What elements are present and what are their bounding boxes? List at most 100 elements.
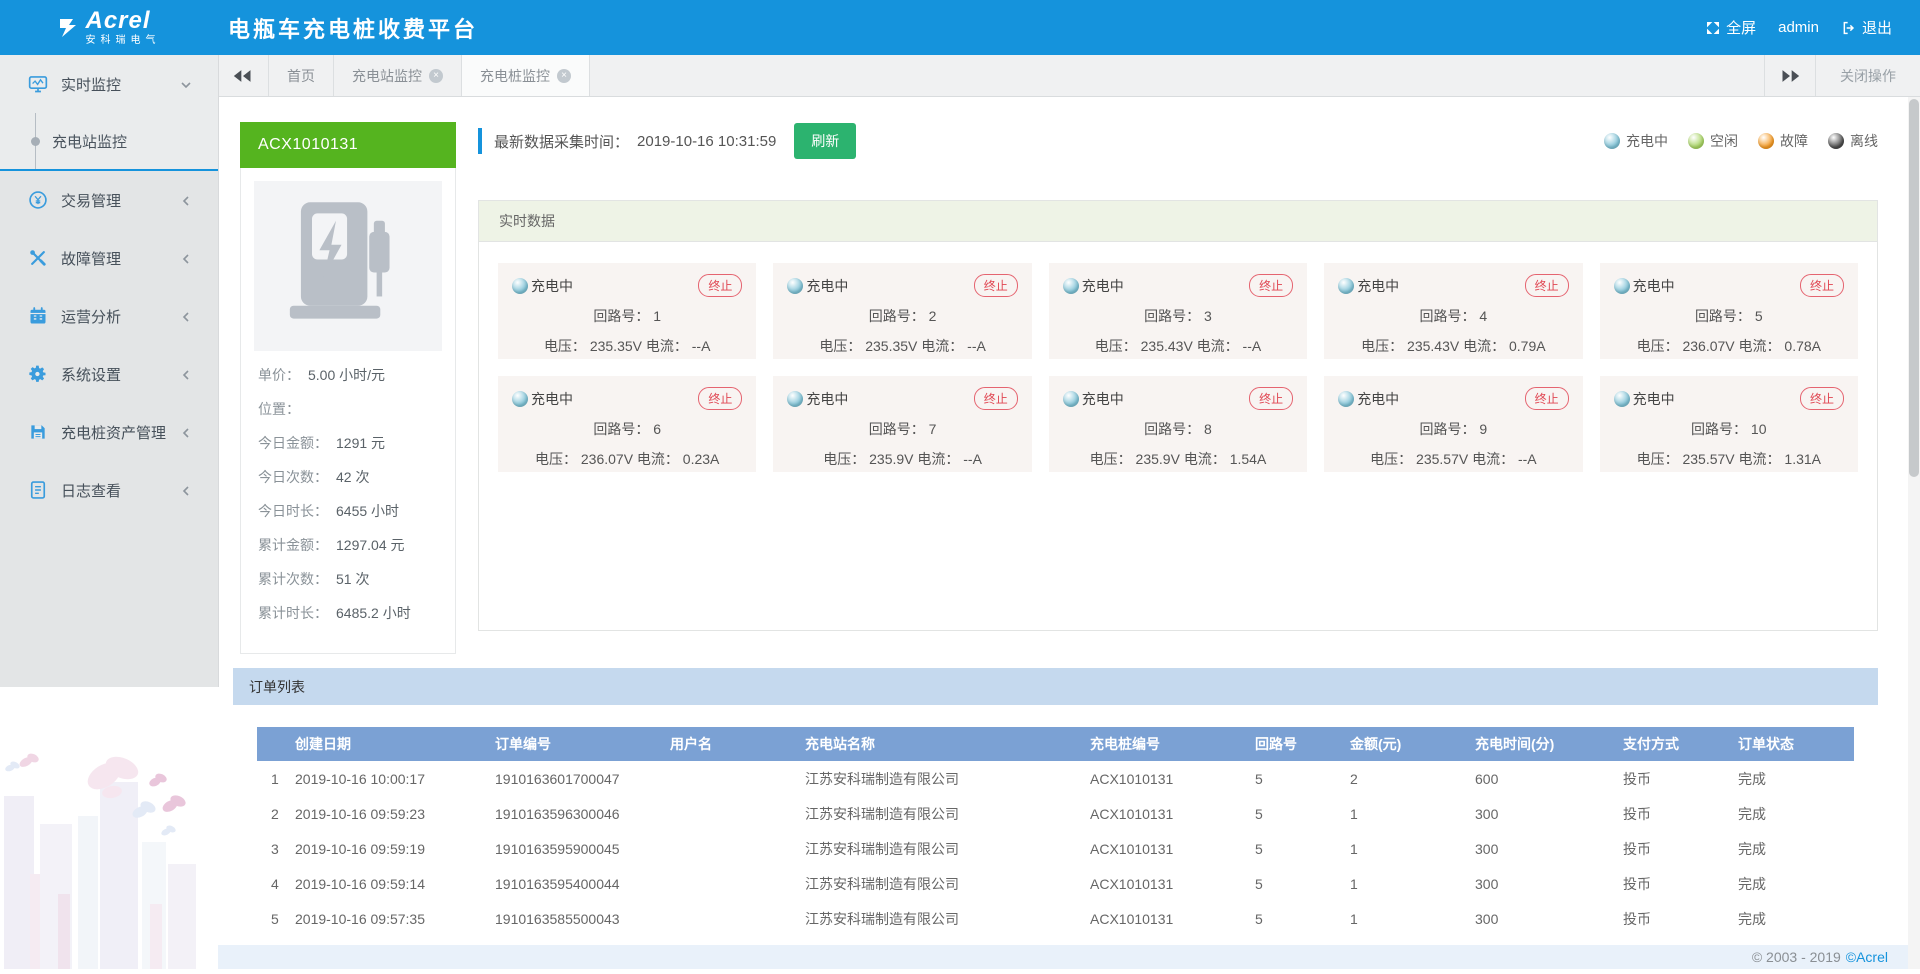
stat-value: 1291 元 (336, 433, 385, 453)
legend-空闲: 空闲 (1688, 131, 1738, 151)
sidebar-subitem-label: 充电站监控 (52, 131, 127, 152)
row-index: 2 (257, 796, 295, 831)
circuit-voltage-current: 电压： 235.9V 电流： --A (787, 449, 1017, 469)
stat-line: 今日金额：1291 元 (258, 433, 438, 453)
pile-info-card: ACX1010131 单价：5.00 小时/元位置：今日金额：1291 元今日次… (240, 122, 456, 654)
charging-status-sphere-icon (1063, 391, 1079, 407)
sidebar-item-label: 充电桩资产管理 (61, 422, 166, 443)
terminate-button[interactable]: 终止 (698, 387, 742, 410)
table-row: 22019-10-16 09:59:231910163596300046江苏安科… (257, 796, 1854, 831)
circuit-number: 回路号： 3 (1063, 306, 1293, 326)
charging-status-sphere-icon (1338, 391, 1354, 407)
circuit-card-top: 充电中终止 (1063, 387, 1293, 410)
circuit-card-grid: 充电中终止回路号： 1电压： 235.35V 电流： --A充电中终止回路号： … (498, 263, 1858, 472)
terminate-button[interactable]: 终止 (1249, 387, 1293, 410)
cell-创建日期: 2019-10-16 09:57:35 (295, 901, 495, 936)
tabs-scroll-right-button[interactable] (1764, 55, 1815, 96)
stat-value: 51 次 (336, 569, 369, 589)
sidebar-item-交易管理[interactable]: 交易管理 (0, 171, 218, 229)
cell-充电桩编号: ACX1010131 (1090, 761, 1255, 796)
sidebar-item-label: 实时监控 (61, 74, 121, 95)
app-header: Acrel 安科瑞电气 电瓶车充电桩收费平台 全屏 admin 退出 (0, 0, 1920, 55)
cell-充电时间(分): 300 (1475, 901, 1623, 936)
tab-close-icon[interactable]: × (429, 69, 443, 83)
circuit-card-top: 充电中终止 (787, 274, 1017, 297)
cell-充电桩编号: ACX1010131 (1090, 796, 1255, 831)
cell-订单状态: 完成 (1738, 866, 1854, 901)
tab-首页[interactable]: 首页 (269, 55, 334, 96)
circuit-voltage-current: 电压： 235.43V 电流： 0.79A (1338, 336, 1568, 356)
order-table-body: 12019-10-16 10:00:171910163601700047江苏安科… (257, 761, 1854, 936)
cell-支付方式: 投币 (1623, 831, 1738, 866)
fullscreen-label: 全屏 (1726, 17, 1756, 38)
sidebar-item-运营分析[interactable]: 运营分析 (0, 287, 218, 345)
table-row: 12019-10-16 10:00:171910163601700047江苏安科… (257, 761, 1854, 796)
circuit-voltage-current: 电压： 235.57V 电流： --A (1338, 449, 1568, 469)
transaction-icon (28, 190, 48, 210)
terminate-button[interactable]: 终止 (974, 274, 1018, 297)
circuit-status-label: 充电中 (1633, 276, 1675, 296)
terminate-button[interactable]: 终止 (1249, 274, 1293, 297)
scrollbar-thumb[interactable] (1909, 99, 1919, 477)
terminate-button[interactable]: 终止 (698, 274, 742, 297)
cell-用户名 (670, 866, 805, 901)
terminate-button[interactable]: 终止 (1800, 387, 1844, 410)
sidebar-item-日志查看[interactable]: 日志查看 (0, 461, 218, 519)
cell-订单编号: 1910163601700047 (495, 761, 670, 796)
column-header-创建日期: 创建日期 (295, 727, 495, 761)
tab-充电站监控[interactable]: 充电站监控× (334, 55, 462, 96)
cell-用户名 (670, 796, 805, 831)
logo-text: Acrel (86, 9, 161, 33)
circuit-status-label: 充电中 (1082, 276, 1124, 296)
sidebar-item-label: 系统设置 (61, 364, 121, 385)
circuit-status-label: 充电中 (531, 389, 573, 409)
terminate-button[interactable]: 终止 (1525, 274, 1569, 297)
refresh-button[interactable]: 刷新 (794, 123, 856, 159)
vertical-scrollbar[interactable] (1908, 97, 1920, 969)
sidebar-item-故障管理[interactable]: 故障管理 (0, 229, 218, 287)
stat-label: 累计金额： (258, 535, 328, 555)
sidebar-item-充电桩资产管理[interactable]: 充电桩资产管理 (0, 403, 218, 461)
circuit-card-top: 充电中 终止 (1614, 387, 1844, 410)
row-index: 1 (257, 761, 295, 796)
cell-金额(元): 1 (1350, 796, 1475, 831)
stat-label: 今日次数： (258, 467, 328, 487)
terminate-button[interactable]: 终止 (1525, 387, 1569, 410)
charging-status-sphere-icon (787, 278, 803, 294)
chevron-left-icon (180, 368, 192, 380)
circuit-card-top: 充电中终止 (787, 387, 1017, 410)
circuit-status-label: 充电中 (1633, 389, 1675, 409)
tab-充电桩监控[interactable]: 充电桩监控× (462, 55, 590, 96)
username[interactable]: admin (1772, 15, 1825, 40)
cell-支付方式: 投币 (1623, 901, 1738, 936)
sidebar-item-系统设置[interactable]: 系统设置 (0, 345, 218, 403)
table-row: 32019-10-16 09:59:191910163595900045江苏安科… (257, 831, 1854, 866)
circuit-card-7: 充电中终止回路号： 7电压： 235.9V 电流： --A (773, 376, 1031, 472)
circuit-voltage-current: 电压： 235.57V 电流： 1.31A (1614, 449, 1844, 469)
charging-status-sphere-icon (1614, 278, 1630, 294)
tabs-scroll-left-button[interactable] (218, 55, 269, 96)
stat-line: 今日次数：42 次 (258, 467, 438, 487)
cell-订单编号: 1910163585500043 (495, 901, 670, 936)
tab-close-icon[interactable]: × (557, 69, 571, 83)
sidebar-item-label: 故障管理 (61, 248, 121, 269)
terminate-button[interactable]: 终止 (1800, 274, 1844, 297)
chevron-left-icon (180, 194, 192, 206)
city-butterfly-watermark (0, 724, 232, 969)
fullscreen-button[interactable]: 全屏 (1699, 13, 1762, 42)
stat-label: 累计次数： (258, 569, 328, 589)
logout-button[interactable]: 退出 (1835, 13, 1898, 42)
circuit-card-9: 充电中终止回路号： 9电压： 235.57V 电流： --A (1324, 376, 1582, 472)
close-operations-button[interactable]: 关闭操作 (1815, 55, 1920, 96)
stat-line: 单价：5.00 小时/元 (258, 365, 438, 385)
row-index: 5 (257, 901, 295, 936)
circuit-card-top: 充电中 终止 (1614, 274, 1844, 297)
sidebar-item-实时监控[interactable]: 实时监控 (0, 55, 218, 113)
footer: © 2003 - 2019 ©Acrel (218, 945, 1920, 969)
acrel-link[interactable]: ©Acrel (1846, 949, 1888, 965)
cell-充电站名称: 江苏安科瑞制造有限公司 (805, 866, 1090, 901)
cell-订单编号: 1910163595900045 (495, 831, 670, 866)
order-table-header-row: 创建日期订单编号用户名充电站名称充电桩编号回路号金额(元)充电时间(分)支付方式… (257, 727, 1854, 761)
terminate-button[interactable]: 终止 (974, 387, 1018, 410)
sidebar-subitem-充电站监控[interactable]: 充电站监控 (0, 113, 218, 169)
